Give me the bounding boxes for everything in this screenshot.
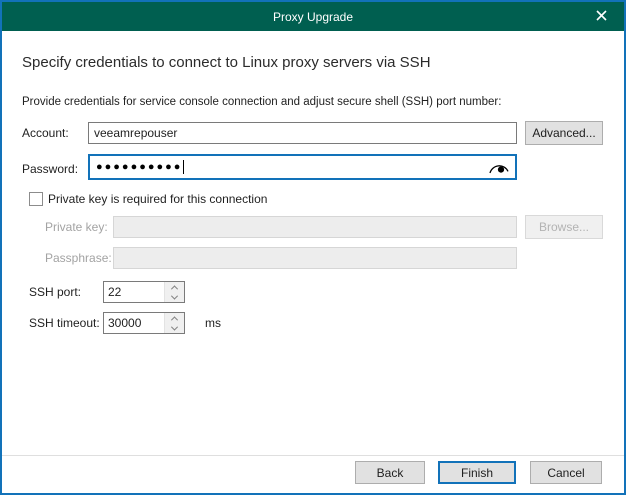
- private-key-checkbox[interactable]: [29, 192, 43, 206]
- password-label: Password:: [22, 156, 78, 182]
- chevron-down-icon: [171, 323, 178, 330]
- proxy-upgrade-dialog: Proxy Upgrade Specify credentials to con…: [0, 0, 626, 495]
- titlebar: Proxy Upgrade: [2, 2, 624, 31]
- page-title: Specify credentials to connect to Linux …: [22, 54, 431, 71]
- window-title: Proxy Upgrade: [273, 10, 353, 24]
- footer-separator: [2, 455, 624, 456]
- ssh-timeout-input[interactable]: [104, 313, 164, 333]
- cancel-button[interactable]: Cancel: [530, 461, 602, 484]
- back-button[interactable]: Back: [355, 461, 425, 484]
- finish-button[interactable]: Finish: [438, 461, 516, 484]
- advanced-button[interactable]: Advanced...: [525, 121, 603, 145]
- account-label: Account:: [22, 122, 69, 144]
- ssh-timeout-spinbox: [103, 312, 185, 334]
- ssh-port-up-button[interactable]: [165, 282, 184, 292]
- ssh-timeout-spinner: [164, 313, 184, 333]
- private-key-checkbox-label: Private key is required for this connect…: [48, 192, 267, 206]
- close-icon: [596, 8, 607, 26]
- ssh-timeout-down-button[interactable]: [165, 323, 184, 333]
- reveal-password-icon[interactable]: [488, 160, 509, 175]
- text-caret: [183, 160, 184, 174]
- ssh-port-spinbox: [103, 281, 185, 303]
- private-key-input: [113, 216, 517, 238]
- account-input[interactable]: [88, 122, 517, 144]
- browse-button: Browse...: [525, 215, 603, 239]
- ssh-port-label: SSH port:: [29, 281, 81, 303]
- close-button[interactable]: [579, 2, 624, 31]
- ssh-timeout-unit: ms: [205, 312, 221, 334]
- ssh-port-spinner: [164, 282, 184, 302]
- ssh-timeout-label: SSH timeout:: [29, 312, 100, 334]
- private-key-label: Private key:: [45, 216, 108, 238]
- chevron-down-icon: [171, 292, 178, 299]
- intro-text: Provide credentials for service console …: [22, 96, 501, 108]
- passphrase-input: [113, 247, 517, 269]
- password-input[interactable]: ●●●●●●●●●●: [88, 154, 517, 180]
- ssh-timeout-up-button[interactable]: [165, 313, 184, 323]
- ssh-port-input[interactable]: [104, 282, 164, 302]
- passphrase-label: Passphrase:: [45, 247, 112, 269]
- chevron-up-icon: [171, 316, 178, 323]
- ssh-port-down-button[interactable]: [165, 292, 184, 302]
- chevron-up-icon: [171, 285, 178, 292]
- password-masked-value: ●●●●●●●●●●: [96, 162, 182, 173]
